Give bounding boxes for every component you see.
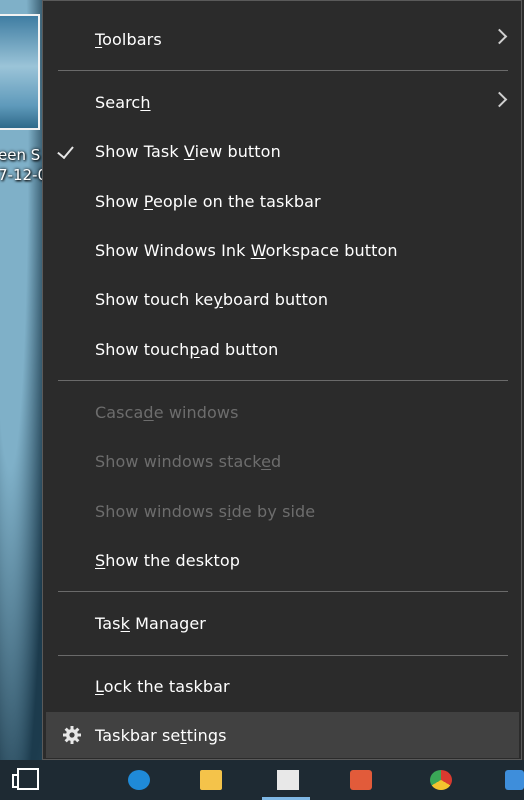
menu-item-show-touch-keyboard[interactable]: Show touch keyboard button bbox=[43, 276, 521, 322]
menu-item-label: Task Manager bbox=[95, 613, 206, 633]
menu-separator bbox=[58, 70, 508, 71]
menu-item-show-windows-stacked: Show windows stacked bbox=[43, 438, 521, 484]
menu-item-label: Show touch keyboard button bbox=[95, 289, 329, 309]
desktop-wallpaper: een S 7-12-0 bbox=[0, 0, 44, 760]
desktop-file-label-line1: een S bbox=[0, 146, 41, 164]
edge-browser-icon[interactable] bbox=[128, 770, 150, 790]
menu-item-show-people[interactable]: Show People on the taskbar bbox=[43, 178, 521, 224]
menu-item-show-touchpad[interactable]: Show touchpad button bbox=[43, 326, 521, 372]
taskbar bbox=[0, 760, 524, 800]
menu-item-label: Show windows stacked bbox=[95, 451, 282, 471]
menu-item-label: Show touchpad button bbox=[95, 339, 279, 359]
menu-item-cascade-windows: Cascade windows bbox=[43, 389, 521, 435]
pinned-app-icon[interactable] bbox=[505, 770, 524, 790]
menu-separator bbox=[58, 591, 508, 592]
chrome-icon[interactable] bbox=[430, 770, 452, 790]
menu-separator bbox=[58, 380, 508, 381]
menu-item-label: Search bbox=[95, 92, 151, 112]
desktop-file-label-line2: 7-12-0 bbox=[0, 166, 42, 184]
chevron-right-icon bbox=[491, 91, 508, 108]
pinned-app-icon[interactable] bbox=[350, 770, 372, 790]
gear-icon bbox=[63, 726, 81, 744]
chevron-right-icon bbox=[491, 28, 508, 45]
menu-item-show-task-view[interactable]: Show Task View button bbox=[43, 128, 521, 174]
menu-item-label: Show the desktop bbox=[95, 550, 241, 570]
menu-item-label: Lock the taskbar bbox=[95, 676, 230, 696]
checkmark-icon bbox=[57, 141, 74, 160]
menu-item-label: Toolbars bbox=[95, 29, 162, 49]
menu-item-show-ink-workspace[interactable]: Show Windows Ink Workspace button bbox=[43, 227, 521, 273]
menu-separator bbox=[58, 655, 508, 656]
menu-item-label: Cascade windows bbox=[95, 402, 239, 422]
menu-item-show-desktop[interactable]: Show the desktop bbox=[43, 537, 521, 583]
menu-item-label: Show People on the taskbar bbox=[95, 191, 321, 211]
menu-item-label: Show windows side by side bbox=[95, 501, 316, 521]
desktop-file-thumbnail[interactable] bbox=[0, 14, 40, 130]
task-view-icon[interactable] bbox=[12, 768, 39, 790]
taskbar-context-menu: Toolbars Search Show Task View button Sh… bbox=[42, 0, 522, 760]
menu-item-label: Show Task View button bbox=[95, 141, 281, 161]
menu-item-search[interactable]: Search bbox=[43, 79, 521, 125]
menu-item-side-by-side: Show windows side by side bbox=[43, 488, 521, 534]
menu-item-taskbar-settings[interactable]: Taskbar settings bbox=[46, 712, 519, 758]
menu-item-lock-taskbar[interactable]: Lock the taskbar bbox=[43, 663, 521, 709]
store-icon[interactable] bbox=[277, 770, 299, 790]
menu-item-toolbars[interactable]: Toolbars bbox=[43, 16, 521, 62]
menu-item-label: Taskbar settings bbox=[95, 725, 227, 745]
file-explorer-icon[interactable] bbox=[200, 770, 222, 790]
menu-item-label: Show Windows Ink Workspace button bbox=[95, 240, 398, 260]
menu-item-task-manager[interactable]: Task Manager bbox=[43, 600, 521, 646]
